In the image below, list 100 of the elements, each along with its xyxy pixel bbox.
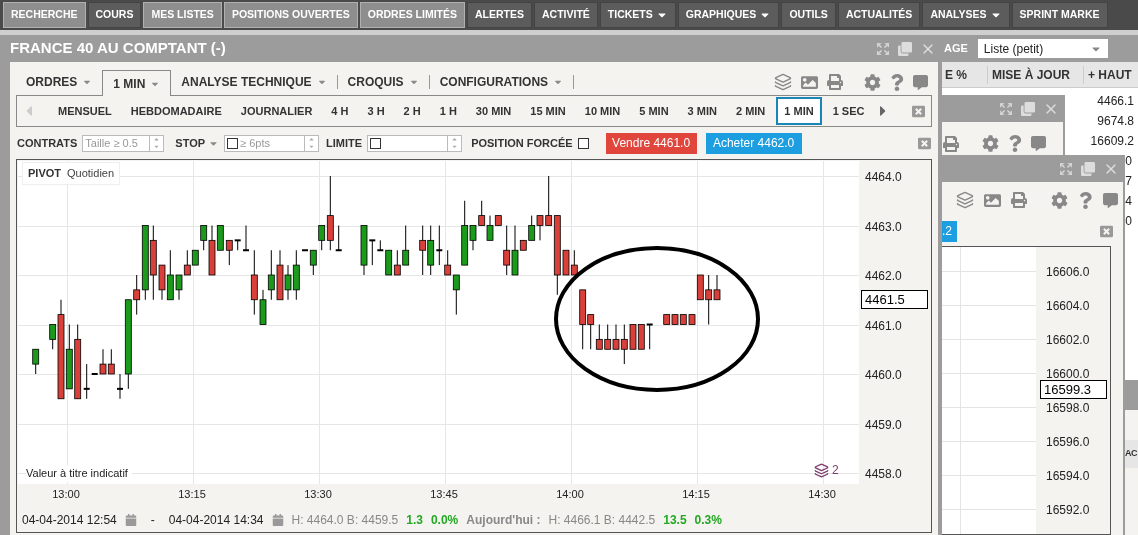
comment-icon[interactable] bbox=[913, 74, 928, 90]
table-cell-text: 0 bbox=[1125, 153, 1133, 170]
close-icon[interactable] bbox=[1100, 224, 1113, 238]
timeframe-tab[interactable]: 2 H bbox=[395, 97, 429, 125]
help-icon[interactable] bbox=[890, 73, 904, 91]
input-field[interactable]: Taille ≥ 0.5 bbox=[83, 134, 150, 152]
disclaimer-note: Valeur à titre indicatif bbox=[26, 465, 132, 482]
range-text: H: 4464.0 B: 4459.5 bbox=[291, 511, 399, 529]
nav-tab[interactable]: GRAPHIQUES bbox=[677, 2, 780, 28]
contracts-field[interactable]: Taille ≥ 0.5 bbox=[82, 134, 165, 152]
date-separator: - bbox=[150, 511, 155, 529]
legend-subtitle: Quotidien bbox=[67, 166, 115, 181]
start-date: 04-04-2014 12:54 bbox=[22, 511, 117, 529]
menu-tab[interactable]: CONFIGURATIONS bbox=[429, 69, 574, 95]
calendar-icon[interactable] bbox=[124, 513, 137, 526]
column-header[interactable]: MISE À JOUR bbox=[987, 65, 1083, 84]
restore-icon[interactable] bbox=[1021, 101, 1035, 116]
settings-icon[interactable] bbox=[1051, 191, 1068, 209]
nav-tab[interactable]: SPRINT MARKE bbox=[1011, 2, 1108, 28]
axis-label: 13:00 bbox=[51, 487, 81, 502]
help-icon[interactable] bbox=[1008, 135, 1022, 152]
image-icon[interactable] bbox=[801, 73, 818, 91]
print-icon[interactable] bbox=[827, 74, 843, 90]
timeframe-tab[interactable]: 4 H bbox=[323, 97, 357, 125]
nav-tab[interactable]: OUTILS bbox=[781, 2, 836, 28]
restore-icon[interactable] bbox=[898, 41, 912, 56]
checkbox[interactable] bbox=[577, 137, 589, 149]
table-cell-text: 4 bbox=[1125, 193, 1133, 210]
nav-tab[interactable]: ANALYSES bbox=[922, 2, 1010, 28]
timeframe-tab[interactable]: 10 MIN bbox=[576, 97, 629, 125]
axis-label: 16592.0 bbox=[1046, 502, 1090, 519]
stop-field[interactable]: ≥ 6pts bbox=[224, 134, 320, 152]
column-header[interactable]: E % bbox=[941, 65, 987, 84]
settings-icon[interactable] bbox=[864, 73, 881, 91]
timeframe-tab[interactable]: 2 MIN bbox=[727, 97, 774, 125]
change-percent: 0.0% bbox=[430, 511, 459, 529]
axis-label: 4462.0 bbox=[865, 268, 902, 285]
today-change: 13.5 bbox=[663, 511, 687, 529]
timeframe-tab[interactable]: JOURNALIER bbox=[232, 97, 321, 125]
table-cell-text: 0 bbox=[1125, 213, 1133, 230]
axis-label: 4463.0 bbox=[865, 218, 902, 236]
timeframe-tab[interactable]: 1 SEC bbox=[824, 97, 873, 125]
axis-label: 4458.0 bbox=[865, 466, 902, 483]
axis-label: 13:30 bbox=[303, 487, 333, 502]
forced-position-label: POSITION FORCÉE bbox=[471, 135, 573, 151]
candle bbox=[32, 348, 40, 375]
print-icon[interactable] bbox=[1011, 192, 1027, 208]
help-icon[interactable] bbox=[1078, 191, 1093, 209]
settings-icon[interactable] bbox=[982, 135, 999, 152]
nav-tab[interactable]: TICKETS bbox=[599, 2, 676, 28]
axis-label: 14:00 bbox=[555, 487, 585, 502]
end-date: 04-04-2014 14:34 bbox=[168, 511, 264, 529]
checkbox[interactable] bbox=[227, 137, 239, 149]
limit-label: LIMITE bbox=[326, 135, 363, 151]
nav-tab[interactable]: ACTIVITÉ bbox=[534, 2, 598, 28]
layers-icon[interactable] bbox=[814, 462, 829, 478]
last-price-label: 16599.3 bbox=[1040, 380, 1107, 399]
nav-tab[interactable]: ACTUALITÉS bbox=[837, 2, 921, 28]
nav-tab[interactable]: ALERTES bbox=[467, 2, 532, 28]
menu-tab[interactable]: ORDRES bbox=[16, 69, 103, 95]
image-icon[interactable] bbox=[984, 191, 1001, 209]
nav-tab[interactable]: COURS bbox=[87, 2, 142, 28]
sell-button[interactable]: Vendre 4461.0 bbox=[605, 132, 697, 154]
restore-icon[interactable] bbox=[1081, 161, 1095, 176]
view-select[interactable]: Liste (petit) bbox=[977, 39, 1108, 58]
print-icon[interactable] bbox=[943, 135, 959, 152]
expand-icon[interactable] bbox=[1059, 161, 1073, 176]
timeframe-tab[interactable]: MENSUEL bbox=[50, 97, 120, 125]
contracts-label: CONTRATS bbox=[17, 135, 78, 151]
timeframe-tab[interactable]: 1 MIN bbox=[776, 97, 822, 125]
axis-label: 16604.0 bbox=[1046, 298, 1090, 315]
timeframe-tab[interactable]: 15 MIN bbox=[522, 97, 574, 125]
input-field[interactable]: ≥ 6pts bbox=[238, 134, 305, 152]
timeframe-tab[interactable]: 1 H bbox=[431, 97, 465, 125]
limit-field[interactable] bbox=[367, 134, 463, 152]
axis-label: 4459.0 bbox=[865, 416, 902, 434]
column-header: AC bbox=[1125, 447, 1138, 461]
menu-tab[interactable]: CROQUIS bbox=[337, 69, 429, 95]
axis-label: 13:45 bbox=[429, 487, 459, 502]
close-icon[interactable] bbox=[918, 136, 931, 150]
timeframe-tab[interactable]: 5 MIN bbox=[631, 97, 677, 125]
stop-dropdown[interactable]: STOP bbox=[175, 134, 220, 152]
timeframe-tab[interactable]: 3 H bbox=[359, 97, 393, 125]
timeframe-tab[interactable]: HEBDOMADAIRE bbox=[122, 97, 230, 125]
column-header[interactable]: + HAUT bbox=[1083, 65, 1136, 84]
expand-icon[interactable] bbox=[876, 41, 890, 56]
timeframe-tab[interactable]: 30 MIN bbox=[467, 97, 520, 125]
today-percent: 0.3% bbox=[694, 511, 722, 529]
table-cell-text: 16609.2 bbox=[1090, 133, 1134, 150]
comment-icon[interactable] bbox=[1031, 136, 1046, 151]
axis-label: 16602.0 bbox=[1046, 332, 1090, 349]
axis-label: 16598.0 bbox=[1046, 400, 1090, 417]
comment-icon[interactable] bbox=[1103, 192, 1118, 208]
menu-tab[interactable]: 1 MIN bbox=[102, 70, 172, 96]
timeframe-tab[interactable]: 3 MIN bbox=[679, 97, 725, 125]
checkbox[interactable] bbox=[370, 137, 382, 149]
menu-tab[interactable]: ANALYSE TECHNIQUE bbox=[171, 69, 337, 95]
expand-icon[interactable] bbox=[999, 101, 1013, 116]
calendar-icon[interactable] bbox=[271, 513, 284, 526]
close-icon[interactable] bbox=[912, 104, 925, 118]
